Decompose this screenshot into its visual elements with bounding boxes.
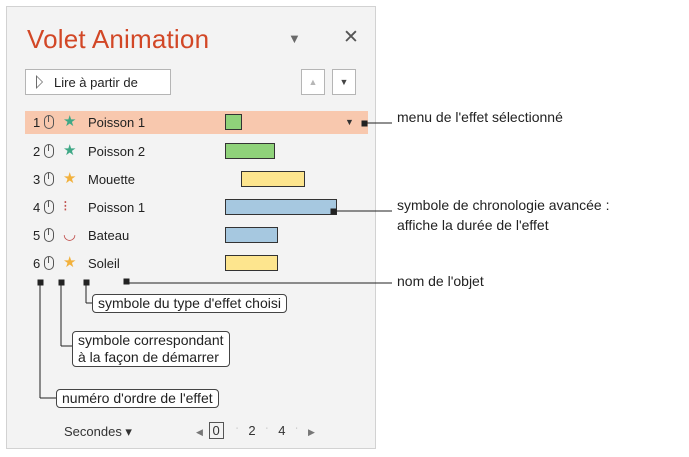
annotation-timeline-line2: affiche la durée de l'effet — [397, 217, 549, 233]
callout-effect-type: symbole du type d'effet choisi — [92, 294, 287, 313]
annotation-object-name: nom de l'objet — [397, 273, 484, 289]
callout-start-line1: symbole correspondant — [78, 332, 224, 348]
annotation-menu-effect: menu de l'effet sélectionné — [397, 109, 563, 125]
callout-start-symbol: symbole correspondant à la façon de déma… — [72, 331, 230, 367]
callout-order-number: numéro d'ordre de l'effet — [56, 389, 219, 408]
callout-start-line2: à la façon de démarrer — [78, 349, 219, 365]
annotation-timeline-line1: symbole de chronologie avancée : — [397, 197, 610, 213]
